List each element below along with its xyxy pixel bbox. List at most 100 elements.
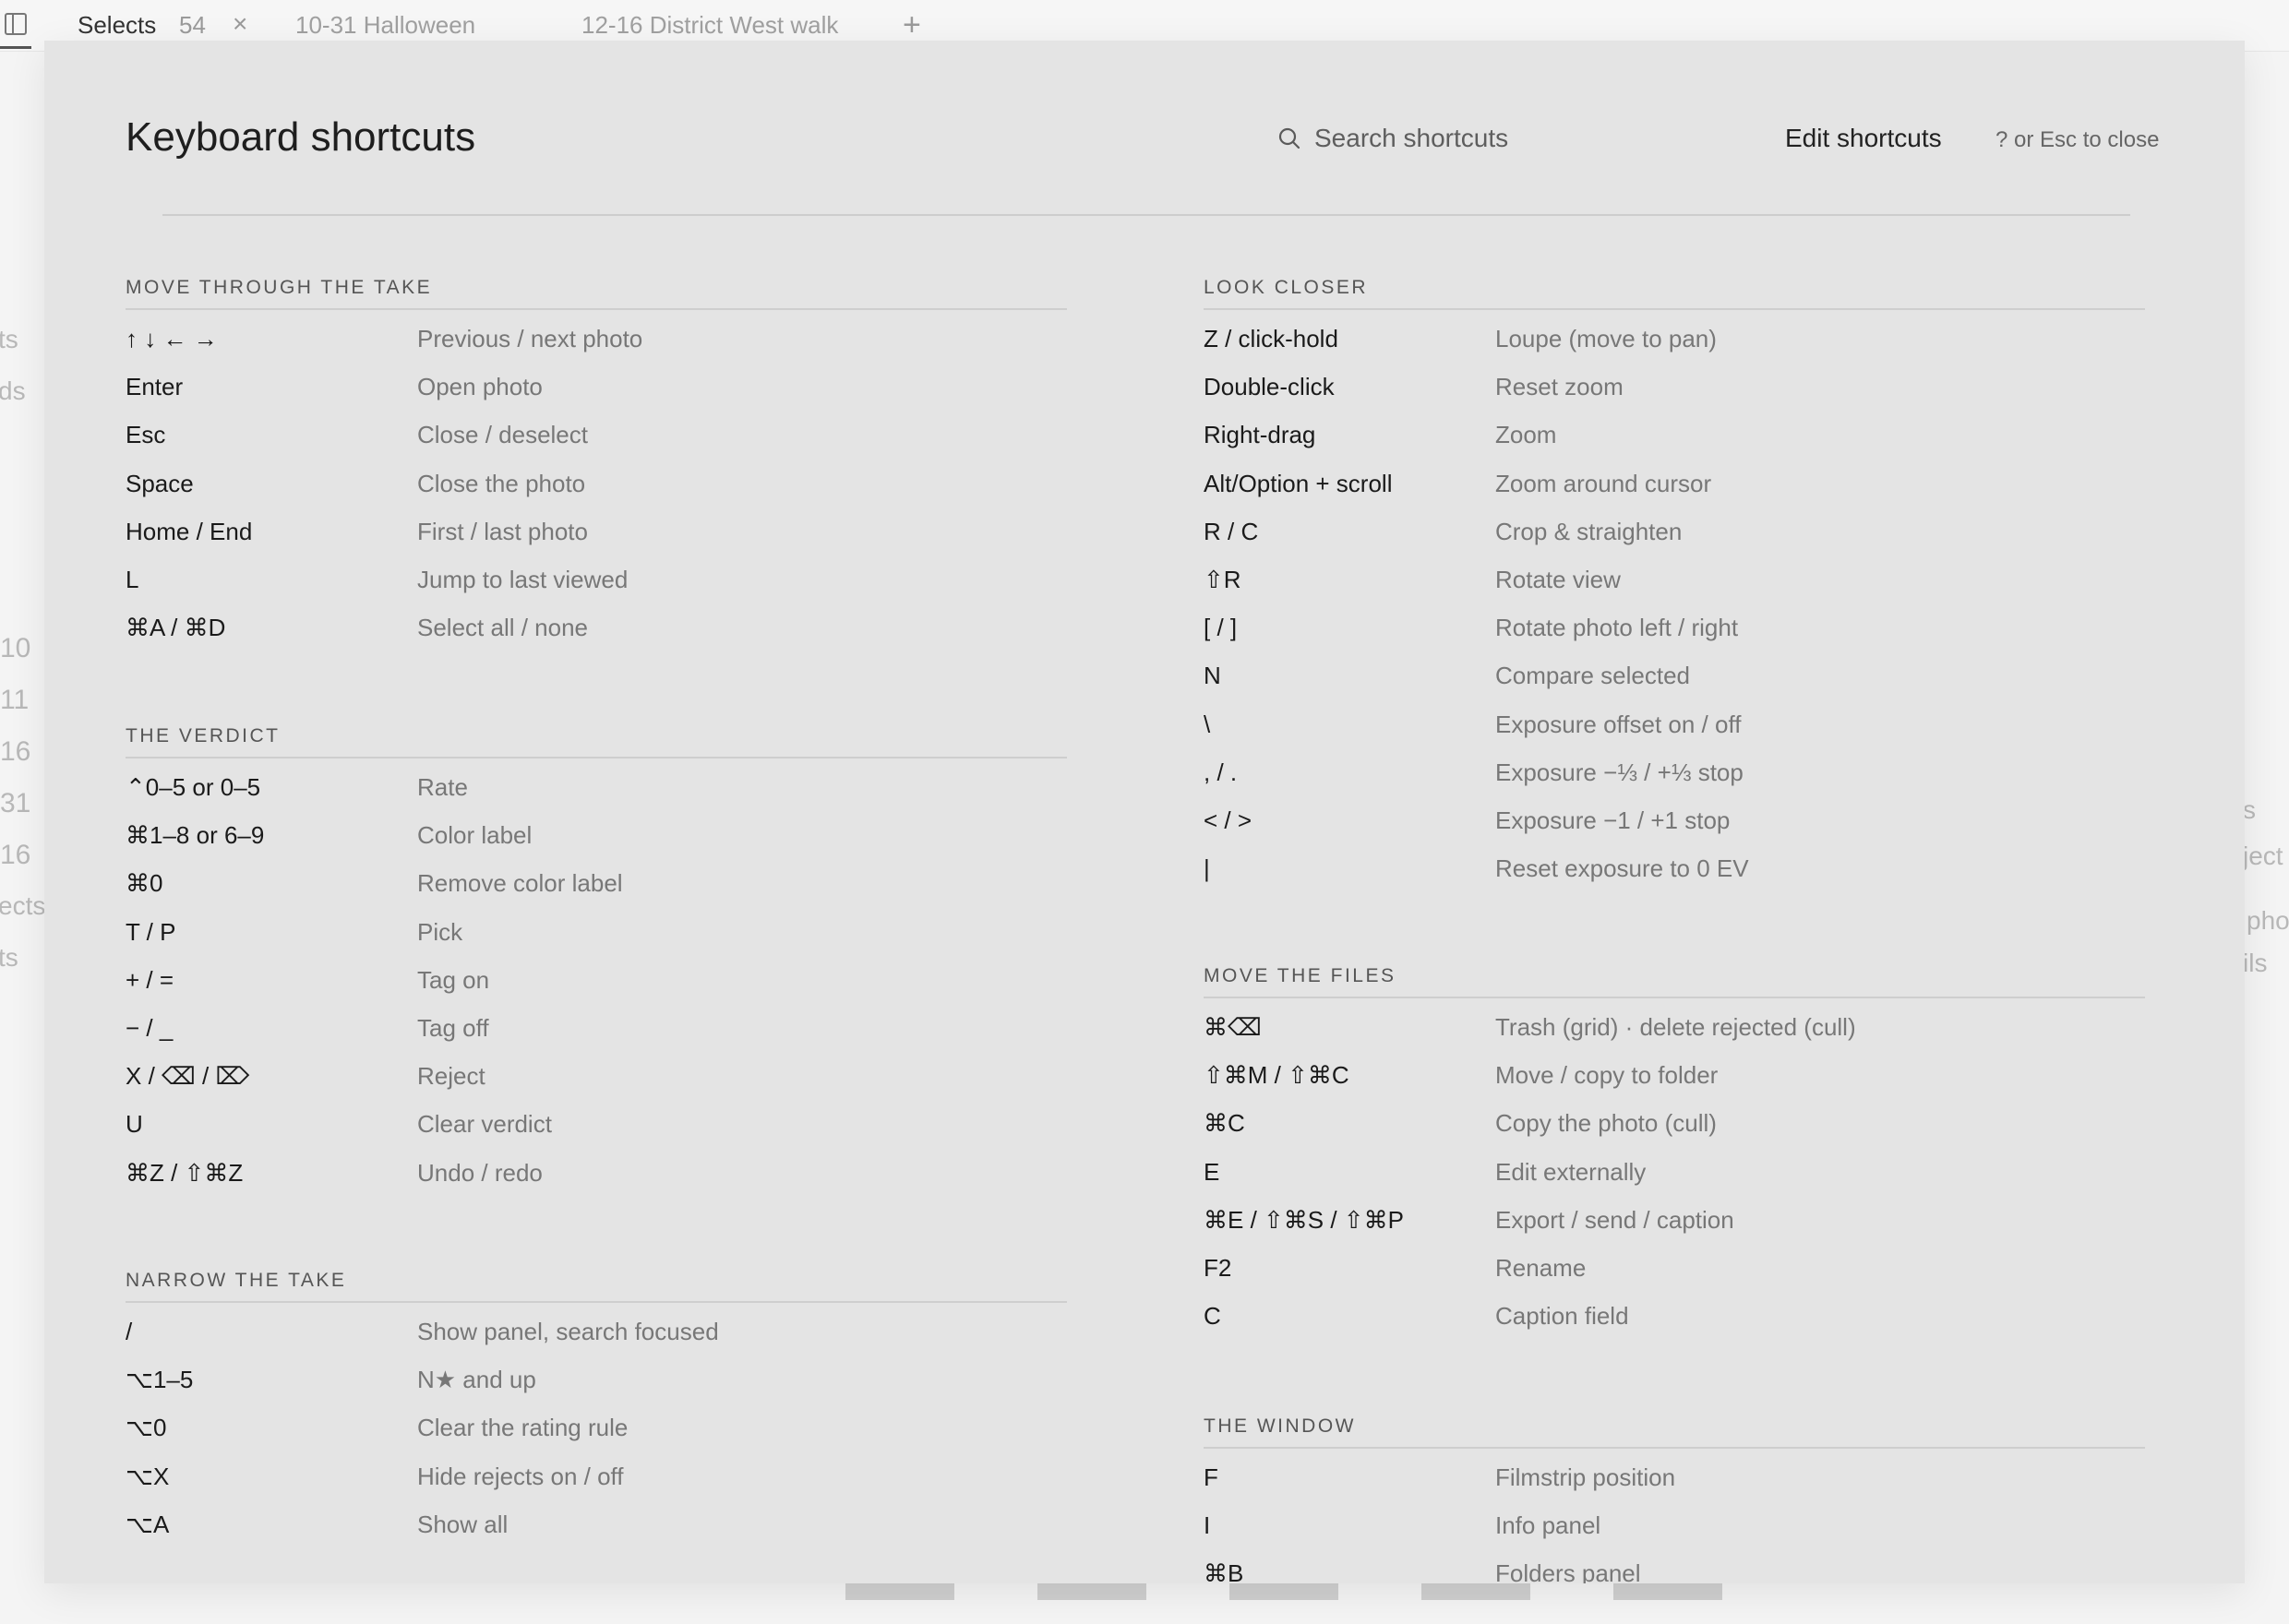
shortcut-key: E [1204, 1157, 1220, 1186]
shortcut-row: ⌥A Show all [126, 1509, 1067, 1557]
shortcut-description: Compare selected [1495, 662, 1690, 690]
shortcut-list: ↑ ↓ ← → Previous / next photo Enter Open ph… [126, 323, 1067, 660]
section-title: THE VERDICT [126, 725, 281, 746]
shortcut-row: − / _ Tag off [126, 1012, 1067, 1060]
section-title: THE WINDOW [1204, 1415, 1356, 1437]
shortcut-description: Tag off [417, 1013, 489, 1042]
section-title: NARROW THE TAKE [126, 1270, 347, 1291]
shortcut-description: Rate [417, 773, 468, 801]
modal-title: Keyboard shortcuts [126, 114, 476, 160]
background-sidebar-count: 16 [0, 736, 31, 767]
shortcut-row: F Filmstrip position [1204, 1462, 2145, 1510]
shortcut-description: Close / deselect [417, 421, 588, 449]
shortcut-row: ⌘A / ⌘D Select all / none [126, 612, 1067, 660]
background-panel-text: pho [2247, 906, 2289, 935]
shortcut-row: ⌘⌫ Trash (grid) · delete rejected (cull) [1204, 1011, 2145, 1059]
shortcut-row: Alt/Option + scroll Zoom around cursor [1204, 468, 2145, 516]
section-move-the-files: MOVE THE FILES ⌘⌫ Trash (grid) · delete r… [1204, 965, 2145, 1348]
tab-selects[interactable]: Selects [78, 11, 156, 40]
background-sidebar-count: 11 [0, 685, 30, 715]
section-title: MOVE THE FILES [1204, 965, 1396, 986]
shortcut-row: R / C Crop & straighten [1204, 516, 2145, 564]
shortcut-row: ⌘C Copy the photo (cull) [1204, 1107, 2145, 1155]
shortcut-row: X / ⌫ / ⌦ Reject [126, 1060, 1067, 1108]
shortcut-key: [ / ] [1204, 614, 1238, 642]
shortcut-description: Show all [417, 1510, 509, 1538]
shortcut-key: ⇧⌘M / ⇧⌘C [1204, 1061, 1349, 1090]
shortcut-key: I [1204, 1511, 1211, 1540]
shortcut-key: Z / click-hold [1204, 325, 1338, 352]
shortcut-row: \ Exposure offset on / off [1204, 709, 2145, 757]
shortcut-key: ↑ ↓ ← → [126, 325, 218, 352]
shortcut-row: Space Close the photo [126, 468, 1067, 516]
shortcut-row: < / > Exposure −1 / +1 stop [1204, 805, 2145, 853]
shortcut-key: ⌘⌫ [1204, 1013, 1262, 1041]
shortcut-key: ⌘0 [126, 869, 163, 898]
shortcut-description: Filmstrip position [1495, 1463, 1676, 1491]
shortcut-key: Right-drag [1204, 421, 1316, 449]
shortcut-key: ⌘C [1204, 1109, 1245, 1138]
shortcut-row: ⇧R Rotate view [1204, 564, 2145, 612]
shortcut-description: Export / send / caption [1495, 1205, 1734, 1234]
section-divider [1204, 1447, 2145, 1449]
shortcut-key: R / C [1204, 517, 1259, 545]
background-sidebar-text: ds [0, 376, 26, 405]
section-move-through-the-take: MOVE THROUGH THE TAKE ↑ ↓ ← → Previous / … [126, 277, 1067, 660]
shortcut-description: Color label [417, 821, 533, 850]
edit-shortcuts-button[interactable]: Edit shortcuts [1785, 124, 1942, 153]
shortcut-description: Zoom around cursor [1495, 469, 1712, 497]
shortcut-description: Loupe (move to pan) [1495, 325, 1717, 352]
add-tab-icon[interactable]: + [903, 7, 921, 43]
background-sidebar-text: ects [0, 891, 46, 920]
background-panel-text: s [2243, 795, 2256, 824]
shortcut-description: Info panel [1495, 1511, 1601, 1540]
shortcut-description: Open photo [417, 373, 543, 401]
background-sidebar-count: 16 [0, 840, 31, 870]
keyboard-shortcuts-modal: Keyboard shortcuts Edit shortcuts ? or E… [44, 41, 2245, 1583]
shortcut-description: Tag on [417, 965, 490, 994]
section-divider [126, 757, 1067, 758]
search-input[interactable] [1314, 124, 1591, 153]
shortcut-row: ⌘B Folders panel [1204, 1558, 2145, 1583]
shortcut-key: T / P [126, 917, 176, 946]
shortcut-row: L Jump to last viewed [126, 564, 1067, 612]
close-hint: ? or Esc to close [1995, 127, 2160, 152]
shortcut-row: ⇧⌘M / ⇧⌘C Move / copy to folder [1204, 1059, 2145, 1107]
shortcut-description: Move / copy to folder [1495, 1061, 1719, 1090]
section-the-verdict: THE VERDICT ⌃0–5 or 0–5 Rate ⌘1–8 or 6–9 Co… [126, 725, 1067, 1205]
search-box[interactable] [1277, 124, 1591, 153]
section-the-window: THE WINDOW F Filmstrip position I Info pane… [1204, 1415, 2145, 1583]
tab-selects-count: 54 [179, 11, 206, 39]
shortcut-key: | [1204, 854, 1210, 883]
shortcut-row: C Caption field [1204, 1300, 2145, 1348]
section-title: LOOK CLOSER [1204, 277, 1369, 298]
shortcut-row: ⌘0 Remove color label [126, 867, 1067, 915]
section-divider [126, 1301, 1067, 1303]
shortcut-key: ⌃0–5 or 0–5 [126, 773, 261, 801]
shortcut-row: Home / End First / last photo [126, 516, 1067, 564]
background-sidebar-text: ts [0, 325, 18, 353]
shortcut-key: ⌥A [126, 1510, 170, 1538]
shortcut-row: U Clear verdict [126, 1108, 1067, 1156]
shortcut-description: Folders panel [1495, 1559, 1641, 1583]
sidebar-toggle-icon[interactable] [5, 13, 27, 35]
shortcut-row: Enter Open photo [126, 371, 1067, 419]
shortcut-key: Double-click [1204, 373, 1335, 401]
shortcut-description: Clear the rating rule [417, 1414, 629, 1442]
shortcut-row: Z / click-hold Loupe (move to pan) [1204, 323, 2145, 371]
header-divider [162, 214, 2130, 216]
tab-halloween[interactable]: 10-31 Halloween [295, 11, 475, 40]
tab-close-icon[interactable]: × [233, 9, 247, 39]
shortcut-row: Double-click Reset zoom [1204, 371, 2145, 419]
tab-district-west-walk[interactable]: 12-16 District West walk [581, 11, 838, 40]
background-sidebar-count: 10 [0, 633, 31, 663]
shortcut-key: , / . [1204, 758, 1238, 786]
shortcut-list: / Show panel, search focused ⌥1–5 N★ and up… [126, 1316, 1067, 1557]
shortcut-key: Alt/Option + scroll [1204, 469, 1393, 497]
shortcut-row: ⌥1–5 N★ and up [126, 1364, 1067, 1412]
shortcut-description: Remove color label [417, 869, 623, 898]
shortcut-description: Undo / redo [417, 1158, 543, 1187]
background-sidebar-count: 31 [0, 788, 31, 818]
shortcut-description: First / last photo [417, 517, 588, 545]
shortcut-row: I Info panel [1204, 1510, 2145, 1558]
